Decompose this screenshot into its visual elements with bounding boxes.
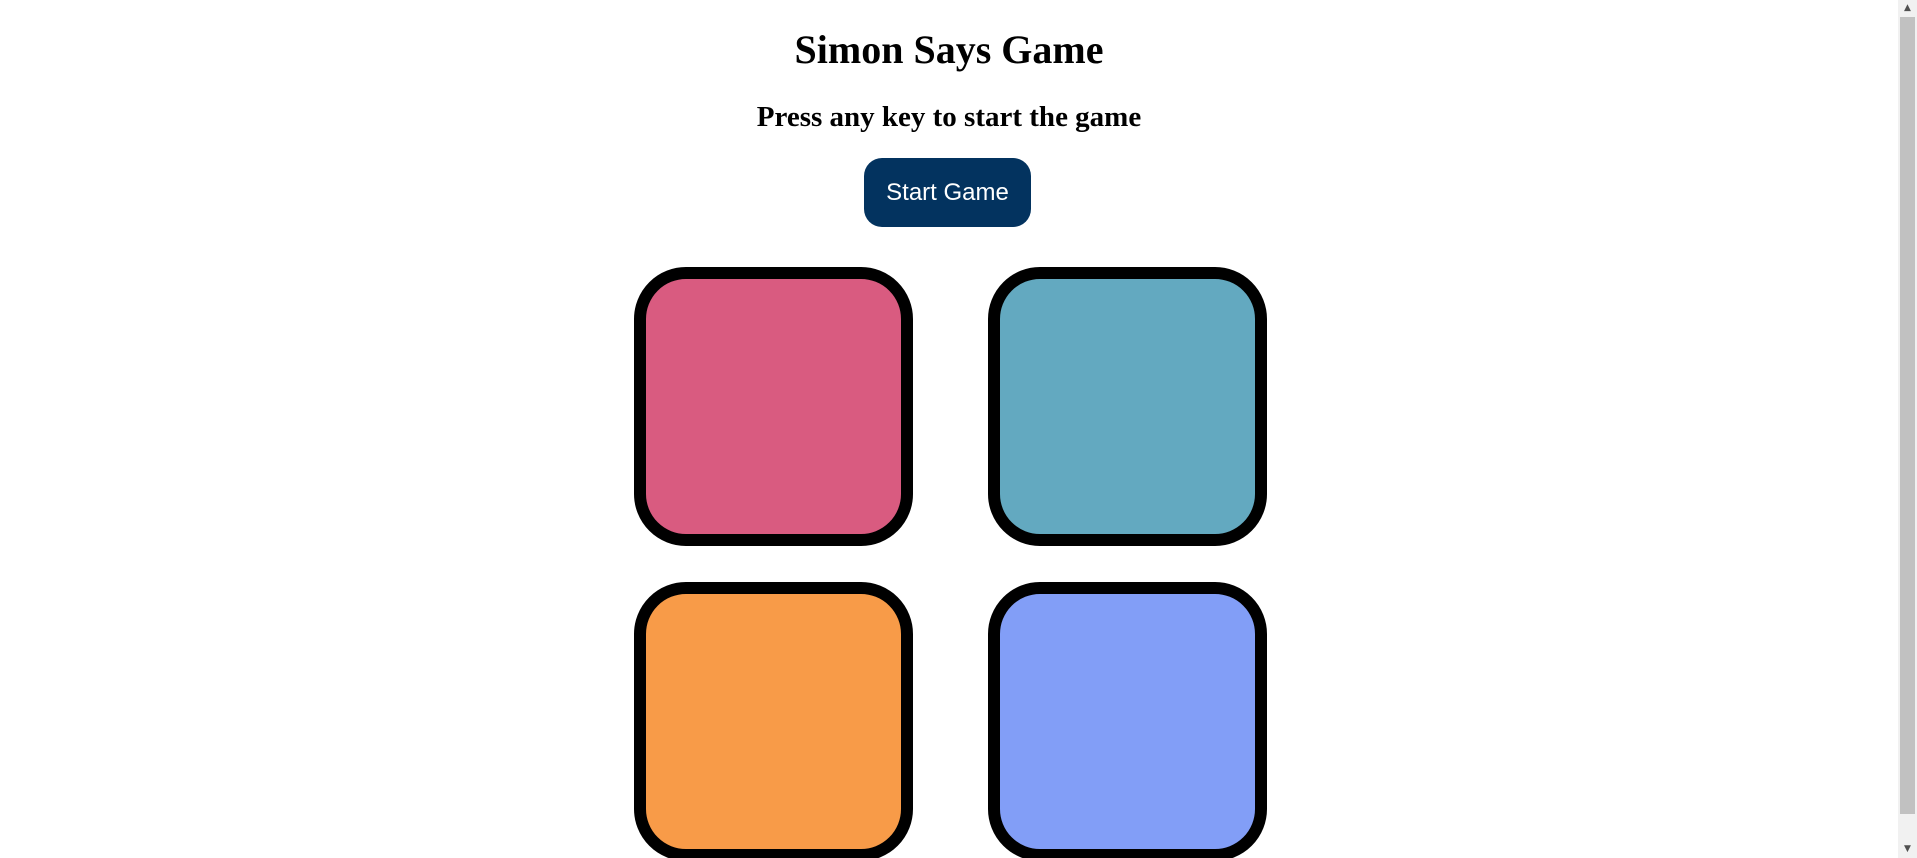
simon-pad-red[interactable] [634,267,913,546]
scroll-up-arrow-icon[interactable]: ▲ [1898,0,1917,17]
simon-pad-teal[interactable] [988,267,1267,546]
browser-viewport: Simon Says Game Press any key to start t… [0,0,1917,858]
scroll-down-arrow-icon[interactable]: ▼ [1898,841,1917,858]
start-game-button[interactable]: Start Game [864,158,1031,227]
simon-pad-blue[interactable] [988,582,1267,858]
scrollbar-thumb[interactable] [1900,17,1915,814]
game-status: Press any key to start the game [756,101,1142,133]
page-title: Simon Says Game [794,27,1104,72]
vertical-scrollbar[interactable]: ▲ ▼ [1898,0,1917,858]
game-page: Simon Says Game Press any key to start t… [0,0,1898,858]
simon-pad-orange[interactable] [634,582,913,858]
